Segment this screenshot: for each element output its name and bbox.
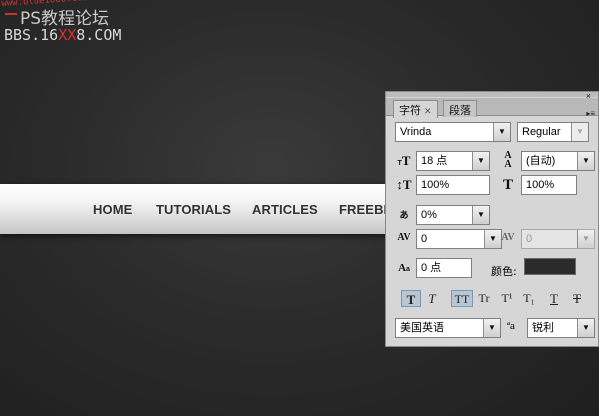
baseline-shift-field[interactable]: 0 点 <box>416 258 472 278</box>
leading-icon: AA <box>504 150 512 170</box>
font-size-value: 18 点 <box>421 155 448 167</box>
watermark-dash <box>5 13 17 15</box>
kerning-field[interactable]: 0 ▼ <box>416 229 502 249</box>
watermark-bbs-post: 8.COM <box>76 26 122 44</box>
all-caps-button[interactable]: TT <box>451 290 473 307</box>
chevron-down-icon[interactable]: ▼ <box>472 206 489 224</box>
watermark-bbs-red: XX <box>58 26 77 44</box>
nav-home[interactable]: HOME <box>93 202 132 217</box>
antialias-icon: ªa <box>507 320 515 332</box>
tab-paragraph[interactable]: 段落 <box>443 100 477 117</box>
language-select[interactable]: 美国英语 ▼ <box>395 318 501 338</box>
leading-value: (自动) <box>526 155 556 167</box>
tracking-icon: AV <box>501 232 515 243</box>
tab-paragraph-label: 段落 <box>449 104 471 117</box>
font-family-value: Vrinda <box>400 126 432 138</box>
tsume-value: 0% <box>421 209 437 221</box>
font-style-select[interactable]: Regular ▼ <box>517 122 589 142</box>
baseline-shift-icon: Aa <box>398 262 410 274</box>
tsume-field[interactable]: 0% ▼ <box>416 205 490 225</box>
strikethrough-button[interactable]: T <box>567 290 587 307</box>
horizontal-scale-icon: T <box>502 177 513 193</box>
superscript-button[interactable]: T¹ <box>497 290 517 307</box>
tab-character-label: 字符 <box>399 104 421 117</box>
watermark-bbs: BBS.16XX8.COM <box>4 26 121 44</box>
chevron-down-icon[interactable]: ▼ <box>571 123 588 141</box>
underline-button[interactable]: T <box>544 290 564 307</box>
font-style-value: Regular <box>522 126 561 138</box>
tab-character[interactable]: 字符 ✕ <box>393 100 438 118</box>
subscript-button[interactable]: T₁ <box>519 290 539 307</box>
vertical-scale-field[interactable]: 100% <box>416 175 490 195</box>
kerning-value: 0 <box>421 233 428 245</box>
watermark: www.blue1000.com PS教程论坛 BBS.16XX8.COM <box>0 0 200 45</box>
antialias-value: 锐利 <box>532 322 554 334</box>
faux-bold-button[interactable]: T <box>401 290 421 307</box>
tracking-value: 0 <box>526 233 533 245</box>
font-family-select[interactable]: Vrinda ▼ <box>395 122 511 142</box>
baseline-shift-value: 0 点 <box>421 262 442 274</box>
chevron-down-icon[interactable]: ▼ <box>483 319 500 337</box>
color-label: 颜色: <box>491 265 517 278</box>
leading-field[interactable]: (自动) ▼ <box>521 151 595 171</box>
chevron-down-icon[interactable]: ▼ <box>493 123 510 141</box>
watermark-bbs-pre: BBS.16 <box>4 26 59 44</box>
chevron-down-icon[interactable]: ▼ <box>472 152 489 170</box>
faux-italic-button[interactable]: T <box>422 290 442 307</box>
vertical-scale-icon: ↕T <box>396 177 412 192</box>
antialias-select[interactable]: 锐利 ▼ <box>527 318 595 338</box>
nav-articles[interactable]: ARTICLES <box>252 202 318 217</box>
nav-bar: HOME TUTORIALS ARTICLES FREEBI <box>0 184 410 234</box>
close-icon[interactable]: ✕ <box>424 107 432 117</box>
nav-freebies[interactable]: FREEBI <box>339 202 387 217</box>
character-panel: _ × 字符 ✕ 段落 ▸≡ Vrinda ▼ Regular ▼ TT 18 点… <box>385 91 599 347</box>
small-caps-button[interactable]: Tr <box>474 290 494 307</box>
font-size-icon: TT <box>397 153 411 168</box>
panel-tab-bar: 字符 ✕ 段落 ▸≡ <box>386 98 598 118</box>
vertical-scale-value: 100% <box>421 179 450 191</box>
color-swatch[interactable] <box>524 258 576 275</box>
tsume-icon: あ <box>399 210 409 220</box>
panel-menu-icon[interactable]: ▸≡ <box>586 109 595 118</box>
horizontal-scale-value: 100% <box>526 179 555 191</box>
horizontal-scale-field[interactable]: 100% <box>521 175 577 195</box>
language-value: 美国英语 <box>400 322 444 334</box>
chevron-down-icon[interactable]: ▼ <box>577 230 594 248</box>
font-size-field[interactable]: 18 点 ▼ <box>416 151 490 171</box>
chevron-down-icon[interactable]: ▼ <box>577 319 594 337</box>
tracking-field[interactable]: 0 ▼ <box>521 229 595 249</box>
chevron-down-icon[interactable]: ▼ <box>577 152 594 170</box>
kerning-icon: AV <box>397 232 411 243</box>
panel-title-strip <box>386 92 598 97</box>
nav-tutorials[interactable]: TUTORIALS <box>156 202 231 217</box>
